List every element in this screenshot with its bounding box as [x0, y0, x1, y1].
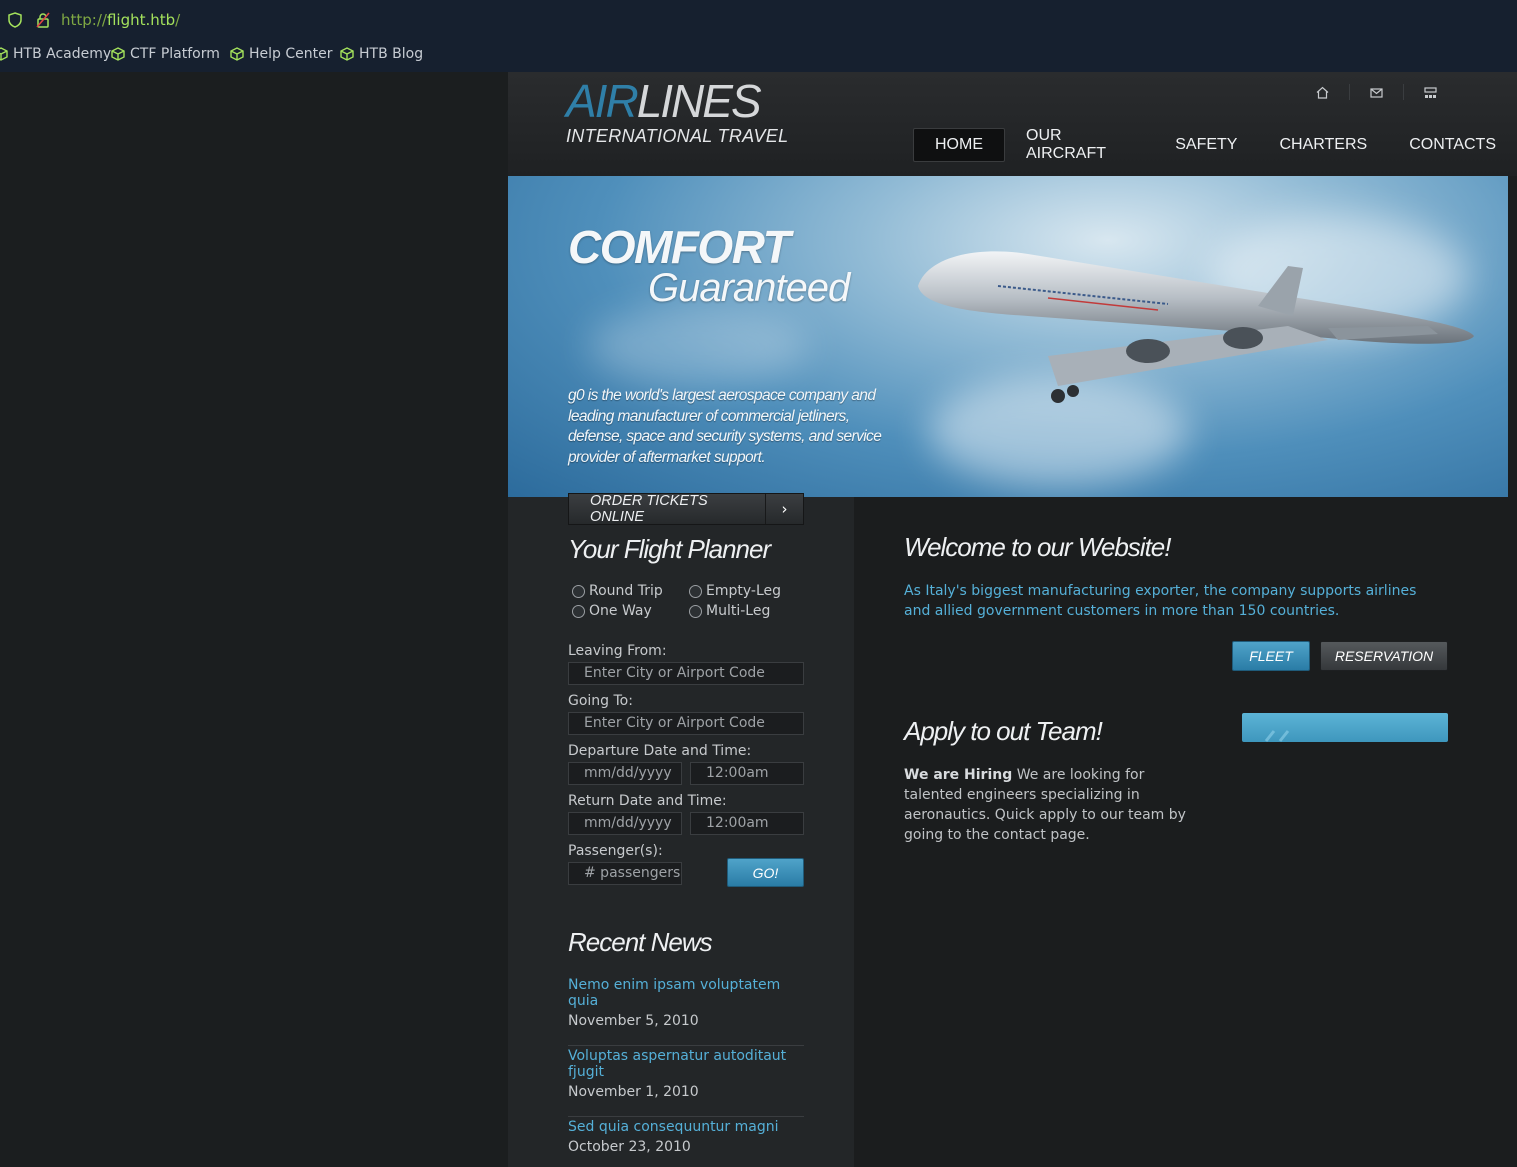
passengers-label: Passenger(s):: [568, 843, 663, 859]
radio-circle: [689, 584, 702, 598]
leaving-from-label: Leaving From:: [568, 643, 667, 659]
site-page: AIRLINES INTERNATIONAL TRAVEL HOME OUR A…: [508, 72, 1517, 1167]
nav-contacts[interactable]: CONTACTS: [1388, 129, 1517, 161]
hero-cloud: [588, 306, 808, 386]
return-date-input[interactable]: mm/dd/yyyy: [568, 812, 682, 835]
main-nav: HOME OUR AIRCRAFT SAFETY CHARTERS CONTAC…: [913, 120, 1517, 170]
bookmark-label: Help Center: [249, 46, 333, 62]
cube-icon: [0, 47, 8, 61]
order-tickets-button[interactable]: ORDER TICKETS ONLINE ›: [568, 493, 804, 525]
insecure-lock-icon[interactable]: [36, 12, 50, 28]
bookmarks-bar: HTB Academy CTF Platform Help Center HTB…: [0, 40, 1517, 72]
radio-label: Round Trip: [589, 583, 663, 599]
bookmark-label: HTB Blog: [359, 46, 424, 62]
planner-title: Your Flight Planner: [568, 534, 771, 564]
news-item: Sed quia consequuntur magni October 23, …: [568, 1119, 804, 1155]
radio-multi-leg[interactable]: Multi-Leg: [689, 603, 770, 619]
url-host: flight.htb: [106, 11, 176, 29]
hero-blurb: g0 is the world's largest aerospace comp…: [568, 387, 882, 466]
bookmark-ctf-platform[interactable]: CTF Platform: [111, 46, 220, 62]
apply-image[interactable]: [1242, 713, 1448, 742]
departure-label: Departure Date and Time:: [568, 743, 752, 759]
go-button[interactable]: GO!: [727, 858, 804, 887]
radio-empty-leg[interactable]: Empty-Leg: [689, 583, 781, 599]
bookmark-htb-academy[interactable]: HTB Academy: [0, 46, 111, 62]
home-icon: [1316, 86, 1328, 99]
going-to-input[interactable]: Enter City or Airport Code: [568, 712, 804, 735]
recent-news-title: Recent News: [568, 927, 713, 957]
leaving-from-input[interactable]: Enter City or Airport Code: [568, 662, 804, 685]
sitemap-link[interactable]: [1403, 84, 1457, 100]
radio-circle: [572, 584, 585, 598]
logo-subtitle: INTERNATIONAL TRAVEL: [566, 126, 789, 146]
news-date: November 1, 2010: [568, 1084, 699, 1100]
apply-text: We are Hiring We are looking for talente…: [904, 765, 1194, 845]
news-item: Nemo enim ipsam voluptatem quia November…: [568, 977, 804, 1046]
url-scheme: http://: [61, 11, 107, 29]
shield-icon: [8, 12, 22, 28]
hero-banner: COMFORT Guaranteed g0 is the world's lar…: [508, 176, 1508, 497]
header-icons: [1295, 84, 1457, 100]
bookmark-label: CTF Platform: [130, 46, 220, 62]
welcome-text: As Italy's biggest manufacturing exporte…: [904, 583, 1417, 619]
bookmark-htb-blog[interactable]: HTB Blog: [340, 46, 423, 62]
radio-round-trip[interactable]: Round Trip: [572, 583, 663, 599]
cube-icon: [111, 47, 125, 61]
radio-label: One Way: [589, 603, 652, 619]
logo-air: AIR: [566, 75, 639, 127]
nav-our-aircraft[interactable]: OUR AIRCRAFT: [1005, 120, 1154, 170]
url-path: /: [175, 11, 181, 29]
mail-link[interactable]: [1349, 84, 1403, 100]
radio-circle: [689, 604, 702, 618]
nav-home[interactable]: HOME: [913, 128, 1005, 162]
order-tickets-label: ORDER TICKETS ONLINE: [590, 493, 708, 525]
return-label: Return Date and Time:: [568, 793, 727, 809]
apply-title: Apply to out Team!: [904, 716, 1103, 746]
flight-planner-column: ORDER TICKETS ONLINE › Your Flight Plann…: [508, 493, 854, 1167]
apply-lead: We are Hiring: [904, 767, 1013, 783]
news-link[interactable]: Sed quia consequuntur magni: [568, 1119, 804, 1135]
bookmark-label: HTB Academy: [13, 46, 112, 62]
radio-label: Empty-Leg: [706, 583, 782, 599]
site-logo[interactable]: AIRLINES: [566, 75, 762, 127]
home-link[interactable]: [1295, 84, 1349, 100]
reservation-button[interactable]: RESERVATION: [1320, 641, 1448, 671]
broken-image-icon: [1264, 730, 1290, 742]
mail-icon: [1370, 87, 1383, 98]
radio-circle: [572, 604, 585, 618]
bookmark-help-center[interactable]: Help Center: [230, 46, 333, 62]
fleet-button[interactable]: FLEET: [1232, 641, 1310, 671]
welcome-title: Welcome to our Website!: [904, 532, 1171, 562]
news-date: November 5, 2010: [568, 1013, 699, 1029]
news-item: Voluptas aspernatur autoditaut fjugit No…: [568, 1048, 804, 1117]
browser-url-bar[interactable]: http://flight.htb/: [0, 0, 1517, 40]
return-time-input[interactable]: 12:00am: [690, 812, 804, 835]
departure-date-input[interactable]: mm/dd/yyyy: [568, 762, 682, 785]
departure-time-input[interactable]: 12:00am: [690, 762, 804, 785]
site-header: AIRLINES INTERNATIONAL TRAVEL HOME OUR A…: [508, 72, 1517, 176]
cube-icon: [230, 47, 244, 61]
news-link[interactable]: Voluptas aspernatur autoditaut fjugit: [568, 1048, 804, 1080]
radio-label: Multi-Leg: [706, 603, 771, 619]
airplane-image: [918, 251, 1474, 403]
news-date: October 23, 2010: [568, 1139, 691, 1155]
passengers-input[interactable]: # passengers: [568, 862, 682, 885]
chevron-right-icon: ›: [765, 494, 803, 524]
nav-safety[interactable]: SAFETY: [1154, 129, 1258, 161]
radio-one-way[interactable]: One Way: [572, 603, 652, 619]
cube-icon: [340, 47, 354, 61]
news-link[interactable]: Nemo enim ipsam voluptatem quia: [568, 977, 804, 1009]
logo-lines: LINES: [636, 75, 762, 127]
sitemap-icon: [1424, 86, 1437, 98]
nav-charters[interactable]: CHARTERS: [1258, 129, 1388, 161]
hero-subheadline: Guaranteed: [648, 266, 850, 310]
url-text[interactable]: http://flight.htb/: [61, 11, 180, 29]
going-to-label: Going To:: [568, 693, 633, 709]
